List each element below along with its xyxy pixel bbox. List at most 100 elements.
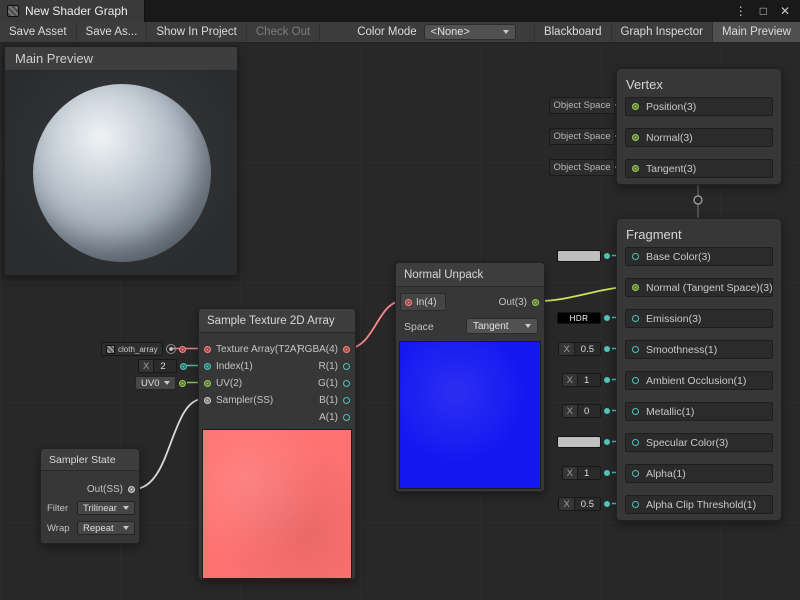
output-a[interactable]: A(1): [319, 409, 350, 425]
close-icon[interactable]: ✕: [780, 5, 790, 17]
vertex-row-normal[interactable]: Normal(3): [625, 128, 773, 147]
specular-color-port[interactable]: [632, 439, 639, 446]
object-space-tangent-widget[interactable]: Object Space: [549, 159, 615, 176]
ambient-occlusion-field[interactable]: X1: [562, 373, 610, 387]
vertex-row-tangent[interactable]: Tangent(3): [625, 159, 773, 178]
save-as-button[interactable]: Save As...: [77, 22, 148, 42]
uv-out-port[interactable]: [179, 380, 186, 387]
uv-port[interactable]: [204, 380, 211, 387]
metallic-field[interactable]: X0: [562, 404, 610, 418]
tab-new-shader-graph[interactable]: New Shader Graph: [0, 0, 145, 22]
a-port[interactable]: [343, 414, 350, 421]
color-mode-dropdown[interactable]: <None>: [424, 24, 516, 40]
color-swatch[interactable]: [557, 250, 601, 262]
input-texture-array[interactable]: Texture Array(T2A): [204, 341, 300, 357]
output-b[interactable]: B(1): [319, 392, 350, 408]
main-preview-viewport[interactable]: [5, 71, 237, 275]
position-label: Position(3): [646, 101, 696, 113]
ambient-occlusion-port[interactable]: [632, 377, 639, 384]
texture-array-port[interactable]: [204, 346, 211, 353]
cloth-array-texture-field[interactable]: cloth_array: [101, 342, 186, 356]
g-port[interactable]: [343, 380, 350, 387]
output-out-ss[interactable]: Out(SS): [87, 481, 135, 497]
object-space-position-widget[interactable]: Object Space: [549, 97, 615, 114]
tangent-port[interactable]: [632, 165, 639, 172]
sampler-port[interactable]: [204, 397, 211, 404]
fragment-row-smoothness[interactable]: Smoothness(1): [625, 340, 773, 359]
index-value-field[interactable]: X2: [138, 359, 187, 373]
r-port[interactable]: [343, 363, 350, 370]
menu-kebab-icon[interactable]: ⋮: [735, 5, 747, 17]
emission-port[interactable]: [632, 315, 639, 322]
tab-title: New Shader Graph: [25, 4, 128, 18]
chevron-down-icon: [123, 506, 129, 510]
widget-port: [604, 439, 610, 445]
space-dropdown[interactable]: Tangent: [466, 318, 538, 334]
fragment-row-metallic[interactable]: Metallic(1): [625, 402, 773, 421]
input-index[interactable]: Index(1): [204, 358, 253, 374]
hdr-color-swatch[interactable]: HDR: [557, 312, 601, 324]
out-ss-port[interactable]: [128, 486, 135, 493]
sample-texture-2d-array-node[interactable]: Sample Texture 2D Array Texture Array(T2…: [198, 308, 356, 580]
filter-dropdown[interactable]: Trilinear: [77, 501, 135, 515]
cloth-array-out-port[interactable]: [179, 346, 186, 353]
input-sampler[interactable]: Sampler(SS): [204, 392, 273, 408]
widget-port: [604, 408, 610, 414]
fragment-row-normal-tangent[interactable]: Normal (Tangent Space)(3): [625, 278, 773, 297]
index-out-port[interactable]: [180, 363, 187, 370]
specular-color-swatch[interactable]: [557, 435, 610, 449]
b-port[interactable]: [343, 397, 350, 404]
object-picker-icon[interactable]: [166, 344, 176, 354]
fragment-row-base-color[interactable]: Base Color(3): [625, 247, 773, 266]
object-space-normal-widget[interactable]: Object Space: [549, 128, 615, 145]
alpha-port[interactable]: [632, 470, 639, 477]
emission-hdr-swatch[interactable]: HDR: [557, 311, 610, 325]
fragment-row-emission[interactable]: Emission(3): [625, 309, 773, 328]
output-rgba[interactable]: RGBA(4): [297, 341, 350, 357]
sampler-state-node[interactable]: Sampler State Out(SS) Filter Trilinear W…: [40, 448, 140, 544]
normal-unpack-node[interactable]: Normal Unpack In(4) Out(3) Space Tangent: [395, 262, 545, 492]
chevron-down-icon: [123, 526, 129, 530]
fragment-block[interactable]: Fragment Base Color(3) Normal (Tangent S…: [616, 218, 782, 521]
input-in4[interactable]: In(4): [400, 293, 446, 311]
input-uv[interactable]: UV(2): [204, 375, 242, 391]
save-asset-button[interactable]: Save Asset: [0, 22, 77, 42]
texture-thumbnail-icon: [106, 345, 115, 354]
fragment-row-alpha[interactable]: Alpha(1): [625, 464, 773, 483]
vertex-row-position[interactable]: Position(3): [625, 97, 773, 116]
rgba-port[interactable]: [343, 346, 350, 353]
base-color-swatch[interactable]: [557, 249, 610, 263]
output-out3[interactable]: Out(3): [499, 294, 539, 310]
output-r[interactable]: R(1): [319, 358, 350, 374]
uv-channel-dropdown[interactable]: UV0: [135, 376, 186, 390]
chevron-down-icon: [164, 381, 170, 385]
metallic-port[interactable]: [632, 408, 639, 415]
show-in-project-button[interactable]: Show In Project: [147, 22, 247, 42]
base-color-port[interactable]: [632, 253, 639, 260]
vertex-block[interactable]: Vertex Position(3) Normal(3) Tangent(3): [616, 68, 782, 185]
fragment-row-alpha-clip-threshold[interactable]: Alpha Clip Threshold(1): [625, 495, 773, 514]
fragment-row-ambient-occlusion[interactable]: Ambient Occlusion(1): [625, 371, 773, 390]
position-port[interactable]: [632, 103, 639, 110]
alpha-clip-threshold-field[interactable]: X0.5: [558, 497, 610, 511]
toolbar: Save Asset Save As... Show In Project Ch…: [0, 22, 800, 43]
fragment-row-specular-color[interactable]: Specular Color(3): [625, 433, 773, 452]
color-swatch[interactable]: [557, 436, 601, 448]
output-g[interactable]: G(1): [318, 375, 350, 391]
smoothness-port[interactable]: [632, 346, 639, 353]
maximize-icon[interactable]: □: [760, 5, 767, 17]
smoothness-field[interactable]: X0.5: [558, 342, 610, 356]
normal-tangent-port[interactable]: [632, 284, 639, 291]
index-port[interactable]: [204, 363, 211, 370]
normal-port[interactable]: [632, 134, 639, 141]
alpha-field[interactable]: X1: [562, 466, 610, 480]
main-preview-panel[interactable]: Main Preview: [4, 46, 238, 276]
main-preview-toggle-button[interactable]: Main Preview: [712, 22, 800, 42]
blackboard-toggle-button[interactable]: Blackboard: [534, 22, 611, 42]
in4-port[interactable]: [405, 299, 412, 306]
alpha-clip-threshold-port[interactable]: [632, 501, 639, 508]
wrap-dropdown[interactable]: Repeat: [77, 521, 135, 535]
out3-port[interactable]: [532, 299, 539, 306]
graph-inspector-toggle-button[interactable]: Graph Inspector: [611, 22, 712, 42]
window-controls: ⋮ □ ✕: [735, 0, 800, 22]
